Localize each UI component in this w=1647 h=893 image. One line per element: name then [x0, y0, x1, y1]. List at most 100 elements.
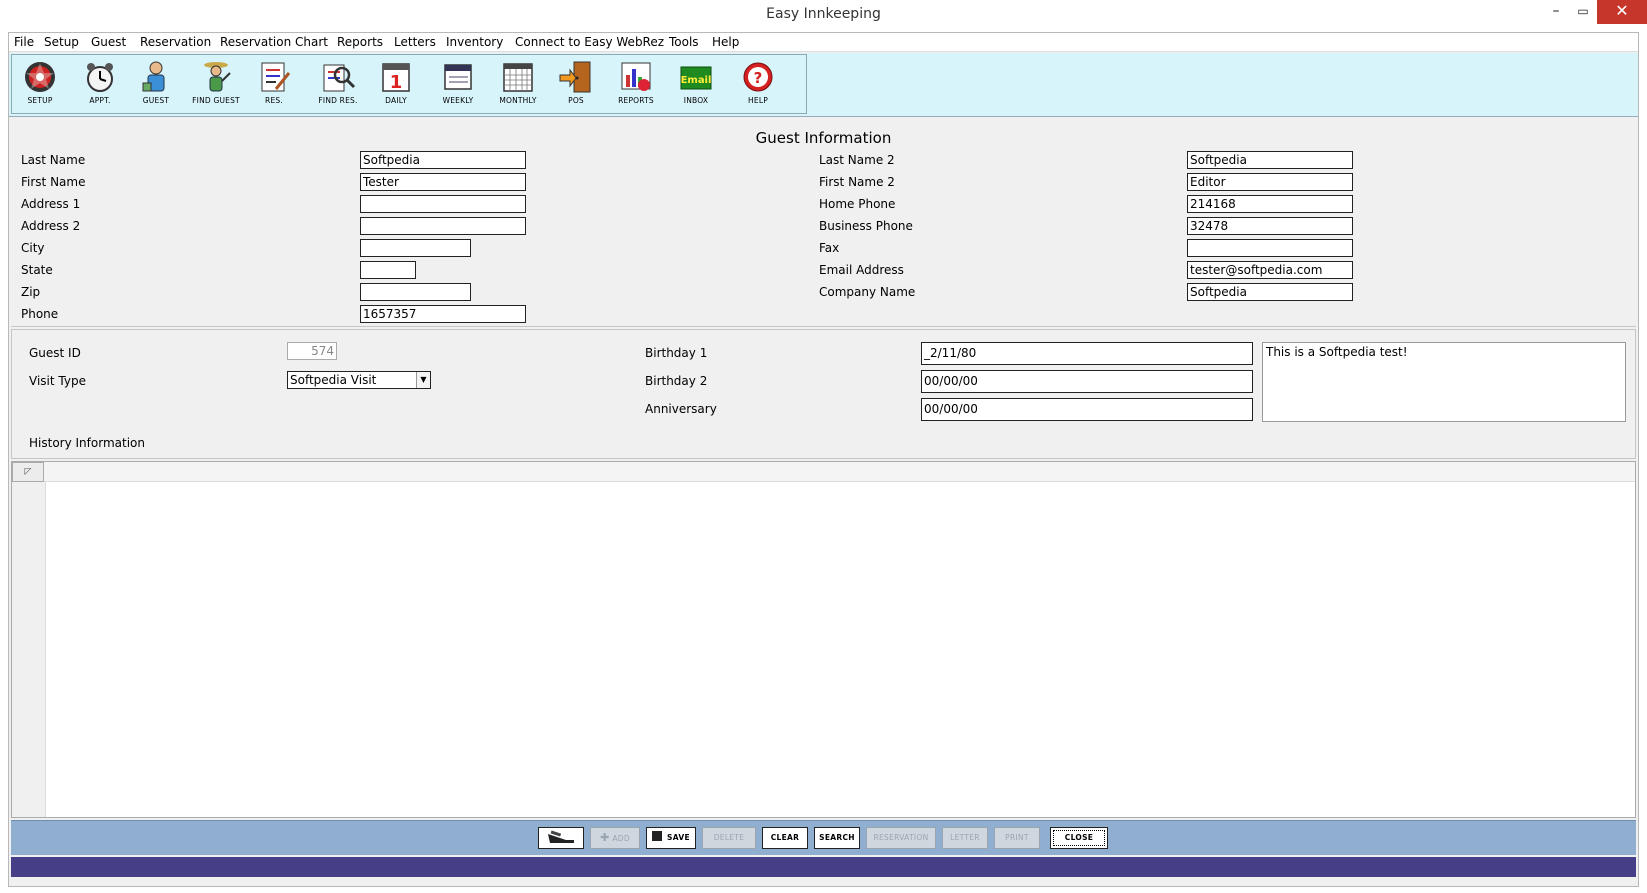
state-field[interactable]: [360, 261, 416, 279]
toolbar-find-res-button[interactable]: FIND RES.: [310, 59, 366, 111]
birthday1-label: Birthday 1: [645, 346, 708, 360]
toolbar-find-guest-button[interactable]: FIND GUEST: [184, 59, 248, 111]
svg-text:Email: Email: [681, 75, 712, 86]
company-label: Company Name: [819, 285, 916, 299]
reservation-button[interactable]: RESERVATION: [866, 827, 936, 849]
add-button[interactable]: ✚ ADD: [590, 827, 640, 849]
toolbar-res-button[interactable]: RES.: [246, 59, 302, 111]
toolbar-setup-button[interactable]: SETUP: [12, 59, 68, 111]
delete-button[interactable]: DELETE: [702, 827, 756, 849]
birthday2-label: Birthday 2: [645, 374, 708, 388]
toolbar-label: WEEKLY: [442, 96, 474, 105]
home-phone-field[interactable]: 214168: [1187, 195, 1353, 213]
toolbar-label: RES.: [265, 96, 283, 105]
city-field[interactable]: [360, 239, 471, 257]
notes-textarea[interactable]: This is a Softpedia test!: [1262, 342, 1626, 422]
clear-button[interactable]: CLEAR: [762, 827, 808, 849]
daily-calendar-icon: 1: [382, 63, 410, 93]
save-button[interactable]: SAVE: [646, 827, 696, 849]
guest-icon: [142, 61, 165, 92]
toolbar-appt-button[interactable]: APPT.: [72, 59, 128, 111]
toolbar-help-button[interactable]: ? HELP: [730, 59, 786, 111]
menu-bar: File Setup Guest Reservation Reservation…: [9, 33, 1638, 52]
business-phone-label: Business Phone: [819, 219, 913, 233]
menu-tools[interactable]: Tools: [669, 35, 699, 49]
history-information-label: History Information: [29, 436, 145, 450]
address2-field[interactable]: [360, 217, 526, 235]
toolbar-daily-button[interactable]: 1 DAILY: [368, 59, 424, 111]
company-field[interactable]: Softpedia: [1187, 283, 1353, 301]
toolbar-label: HELP: [748, 96, 768, 105]
toolbar-reports-button[interactable]: REPORTS: [608, 59, 664, 111]
close-button[interactable]: CLOSE: [1050, 827, 1108, 849]
grid-row-header: [12, 482, 46, 817]
last-name2-field[interactable]: Softpedia: [1187, 151, 1353, 169]
menu-reservation-chart[interactable]: Reservation Chart: [220, 35, 328, 49]
state-label: State: [21, 263, 53, 277]
close-window-button[interactable]: ✕: [1597, 0, 1647, 24]
last-name2-label: Last Name 2: [819, 153, 895, 167]
grid-header: [12, 462, 1635, 482]
find-guest-icon: [204, 62, 231, 92]
toolbar-pos-button[interactable]: POS: [548, 59, 604, 111]
first-name2-label: First Name 2: [819, 175, 895, 189]
svg-text:?: ?: [754, 69, 763, 87]
visit-type-select[interactable]: Softpedia Visit ▼: [287, 371, 431, 389]
toolbar-label: INBOX: [683, 96, 709, 105]
history-grid[interactable]: ◸: [11, 461, 1636, 818]
help-icon: ?: [743, 62, 773, 92]
window-title: Easy Innkeeping: [766, 6, 881, 22]
menu-connect-webrez[interactable]: Connect to Easy WebRez: [515, 35, 664, 49]
maximize-button[interactable]: ▭: [1569, 0, 1597, 24]
address2-label: Address 2: [21, 219, 81, 233]
status-bar: [11, 857, 1636, 877]
guest-details-section: Guest ID 574 Visit Type Softpedia Visit …: [11, 329, 1636, 459]
email-label: Email Address: [819, 263, 904, 277]
menu-setup[interactable]: Setup: [44, 35, 79, 49]
letter-button[interactable]: LETTER: [942, 827, 988, 849]
toolbar-label: DAILY: [385, 96, 407, 105]
birthday1-field[interactable]: _2/11/80: [921, 342, 1253, 365]
toolbar-label: POS: [568, 96, 584, 105]
zip-field[interactable]: [360, 283, 471, 301]
toolbar-monthly-button[interactable]: MONTHLY: [490, 59, 546, 111]
alarm-clock-icon: [87, 63, 113, 92]
menu-file[interactable]: File: [14, 35, 34, 49]
menu-help[interactable]: Help: [712, 35, 739, 49]
toolbar-inbox-button[interactable]: Email INBOX: [668, 59, 724, 111]
pos-door-icon: [559, 61, 591, 93]
email-field[interactable]: tester@softpedia.com: [1187, 261, 1353, 279]
toolbar-weekly-button[interactable]: WEEKLY: [430, 59, 486, 111]
toolbar-label: REPORTS: [618, 96, 654, 105]
grid-corner-select-all[interactable]: ◸: [12, 462, 44, 482]
search-button[interactable]: SEARCH: [814, 827, 860, 849]
fax-field[interactable]: [1187, 239, 1353, 257]
toolbar-label: GUEST: [142, 96, 170, 105]
city-label: City: [21, 241, 45, 255]
birthday2-field[interactable]: 00/00/00: [921, 370, 1253, 393]
menu-guest[interactable]: Guest: [91, 35, 126, 49]
toolbar-guest-button[interactable]: GUEST: [128, 59, 184, 111]
phone-field[interactable]: 1657357: [360, 305, 526, 323]
zip-label: Zip: [21, 285, 41, 299]
last-name-field[interactable]: Softpedia: [360, 151, 526, 169]
home-phone-label: Home Phone: [819, 197, 896, 211]
toolbar-label: MONTHLY: [499, 96, 537, 105]
menu-reports[interactable]: Reports: [337, 35, 383, 49]
menu-inventory[interactable]: Inventory: [446, 35, 503, 49]
first-name-field[interactable]: Tester: [360, 173, 526, 191]
address1-field[interactable]: [360, 195, 526, 213]
menu-letters[interactable]: Letters: [394, 35, 436, 49]
chevron-down-icon[interactable]: ▼: [416, 372, 430, 388]
first-name2-field[interactable]: Editor: [1187, 173, 1353, 191]
svg-text:1: 1: [390, 72, 403, 93]
floppy-disk-icon: [652, 831, 663, 841]
print-button[interactable]: PRINT: [994, 827, 1040, 849]
toolbar: SETUP APPT. GUEST FIND GUEST RES. FIND R…: [11, 54, 807, 114]
scanner-button[interactable]: [538, 827, 584, 849]
business-phone-field[interactable]: 32478: [1187, 217, 1353, 235]
anniversary-field[interactable]: 00/00/00: [921, 398, 1253, 421]
guest-id-label: Guest ID: [29, 346, 81, 360]
menu-reservation[interactable]: Reservation: [140, 35, 211, 49]
minimize-button[interactable]: –: [1543, 0, 1569, 24]
